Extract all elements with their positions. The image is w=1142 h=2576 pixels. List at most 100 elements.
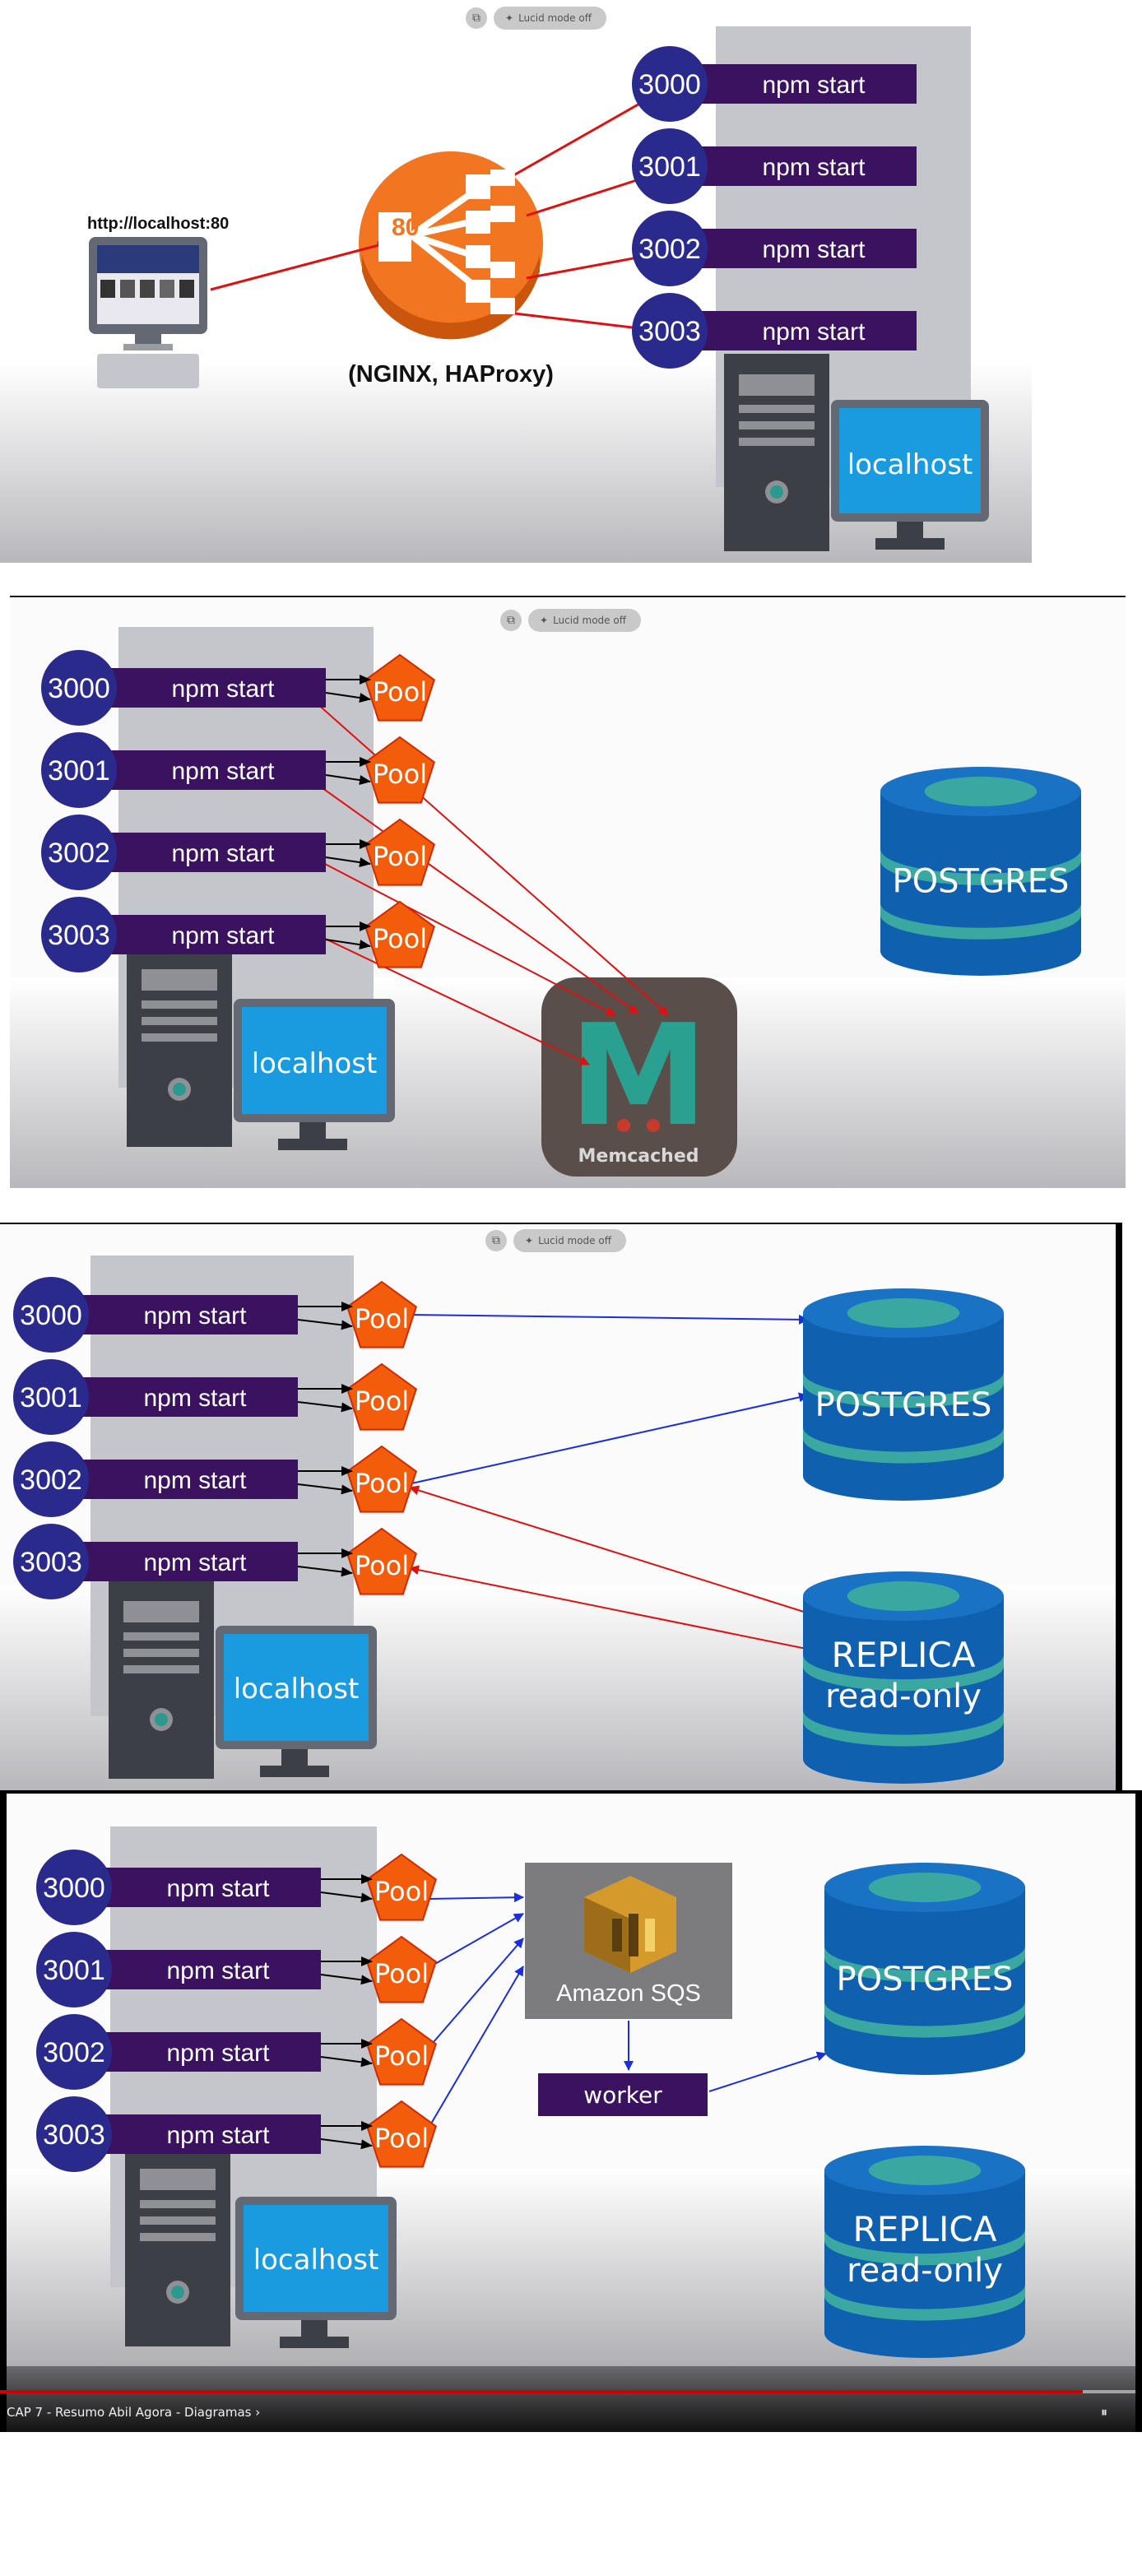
instance-label-text: npm start — [171, 675, 275, 703]
pool-label: Pool — [374, 1958, 429, 1989]
memcached-label: Memcached — [578, 1146, 699, 1167]
sqs-label: Amazon SQS — [556, 1980, 701, 2007]
pool-label: Pool — [355, 1550, 409, 1581]
replica-db: REPLICAread-only — [824, 2146, 1025, 2358]
lucid-mode-toggle[interactable]: ✦ Lucid mode off — [513, 1229, 626, 1252]
panel-load-balancer: 80 http://localhost:80 (NGINX, HAProxy) … — [0, 0, 1032, 563]
instance-port-text: 3000 — [638, 69, 701, 100]
db-label-line1: REPLICA — [853, 2209, 997, 2249]
instance-port-text: 3002 — [638, 234, 701, 265]
diagram-queue: localhost Amazon SQS worker POSTGRES REP… — [0, 1790, 1142, 2432]
instance-port-text: 3000 — [43, 1873, 105, 1904]
instance-label-text: npm start — [762, 72, 866, 99]
divider-line — [10, 596, 1126, 597]
copy-icon[interactable]: ⧉ — [500, 610, 522, 631]
worker-label: worker — [583, 2082, 662, 2109]
video-progress-remaining[interactable] — [1083, 2390, 1135, 2393]
instance-label-text: npm start — [171, 922, 275, 949]
chevron-right-icon: › — [255, 2405, 261, 2420]
instance-port-text: 3003 — [43, 2119, 105, 2151]
pool-label: Pool — [374, 2123, 429, 2154]
lucid-toolbar[interactable]: ⧉ ✦ Lucid mode off — [500, 609, 641, 632]
db-label-line2: read-only — [847, 2252, 1003, 2290]
instance-label-text: npm start — [166, 2040, 270, 2067]
instance-port-text: 3000 — [20, 1300, 82, 1331]
db-label-line2: read-only — [825, 1678, 982, 1715]
sparkle-icon: ✦ — [525, 1235, 534, 1246]
db-label: POSTGRES — [837, 1961, 1014, 1998]
instance-port-text: 3001 — [638, 151, 701, 183]
db-top-inner — [868, 2156, 982, 2185]
monitor-label-text: localhost — [253, 2244, 379, 2277]
video-progress-bar[interactable] — [0, 2390, 1083, 2393]
replica-db: REPLICAread-only — [803, 1571, 1004, 1784]
pool-label: Pool — [355, 1385, 409, 1417]
instance-port-text: 3001 — [48, 755, 110, 787]
pool-label: Pool — [373, 923, 427, 954]
lucid-mode-label: Lucid mode off — [538, 1235, 611, 1246]
instance-label-text: npm start — [762, 154, 866, 181]
monitor-label-text: localhost — [252, 1047, 378, 1080]
instance-port-text: 3003 — [48, 920, 110, 951]
instance-label-text: npm start — [143, 1385, 247, 1412]
instance-port-text: 3003 — [20, 1547, 82, 1578]
client-url-text: http://localhost:80 — [87, 215, 229, 233]
instance-port-text: 3002 — [43, 2037, 105, 2068]
pool-label: Pool — [373, 676, 427, 708]
instance-label-text: npm start — [143, 1302, 247, 1330]
pool-label: Pool — [374, 1876, 429, 1907]
instance-label-text: npm start — [166, 1875, 270, 1902]
instance-port-text: 3001 — [43, 1955, 105, 1986]
toggle-icon[interactable]: ⏸ — [1101, 2404, 1107, 2421]
db-label: POSTGRES — [893, 862, 1070, 900]
lucid-toolbar[interactable]: ⧉ ✦ Lucid mode off — [485, 1229, 626, 1252]
instance-port-text: 3003 — [638, 316, 701, 347]
instance-label-text: npm start — [166, 1957, 270, 1984]
instance-label-text: npm start — [762, 236, 866, 263]
instance-label-text: npm start — [171, 840, 275, 867]
db-label-line1: REPLICA — [832, 1635, 976, 1675]
lucid-toolbar[interactable]: ⧉ ✦ Lucid mode off — [466, 7, 606, 30]
panel-memcached: localhost M Memcached POSTGRES 3000 npm s… — [10, 599, 1126, 1188]
pool-label: Pool — [355, 1303, 409, 1334]
pool-label: Pool — [355, 1468, 409, 1499]
db-top-inner — [847, 1298, 960, 1328]
copy-icon[interactable]: ⧉ — [485, 1230, 507, 1251]
memcached-letter: M — [569, 995, 708, 1158]
sparkle-icon: ✦ — [505, 12, 514, 24]
balancer-port-text: 80 — [392, 214, 419, 241]
diagram-memcached: localhost M Memcached POSTGRES 3000 npm s… — [10, 599, 1126, 1188]
instance-label-text: npm start — [171, 758, 275, 785]
diagram-load-balancer: 80 http://localhost:80 (NGINX, HAProxy) … — [0, 0, 1032, 563]
postgres-db: POSTGRES — [803, 1288, 1004, 1501]
monitor-label-text: localhost — [847, 448, 973, 481]
video-title[interactable]: CAP 7 - Resumo Abil Agora - Diagramas › — [7, 2405, 260, 2420]
instance-label-text: npm start — [762, 318, 866, 346]
video-title-text: CAP 7 - Resumo Abil Agora - Diagramas — [7, 2405, 252, 2420]
lucid-mode-label: Lucid mode off — [518, 12, 592, 24]
pool-label: Pool — [374, 2040, 429, 2072]
panel-replica: localhost POSTGRES REPLICA read-only 3000… — [0, 1223, 1122, 1790]
instance-port-text: 3002 — [48, 838, 110, 869]
balancer-label-text: (NGINX, HAProxy) — [348, 361, 554, 388]
db-top-inner — [924, 777, 1038, 806]
instance-label-text: npm start — [143, 1467, 247, 1494]
copy-icon[interactable]: ⧉ — [466, 7, 487, 29]
instance-label-text: npm start — [143, 1549, 247, 1576]
postgres-db: POSTGRES — [824, 1863, 1025, 2075]
panel-queue: localhost Amazon SQS worker POSTGRES REP… — [0, 1790, 1142, 2432]
instance-label-text: npm start — [166, 2122, 270, 2149]
instance-port-text: 3000 — [48, 673, 110, 704]
lucid-mode-toggle[interactable]: ✦ Lucid mode off — [494, 7, 606, 30]
instance-port-text: 3001 — [20, 1382, 82, 1413]
lucid-mode-toggle[interactable]: ✦ Lucid mode off — [528, 609, 641, 632]
lucid-mode-label: Lucid mode off — [553, 615, 626, 626]
postgres-db: POSTGRES — [880, 767, 1081, 976]
monitor-label-text: localhost — [234, 1673, 360, 1706]
instance-port-text: 3002 — [20, 1464, 82, 1496]
pool-label: Pool — [373, 759, 427, 790]
db-label: POSTGRES — [815, 1386, 992, 1424]
sparkle-icon: ✦ — [540, 615, 549, 626]
db-top-inner — [847, 1581, 960, 1611]
db-top-inner — [868, 1873, 982, 1902]
